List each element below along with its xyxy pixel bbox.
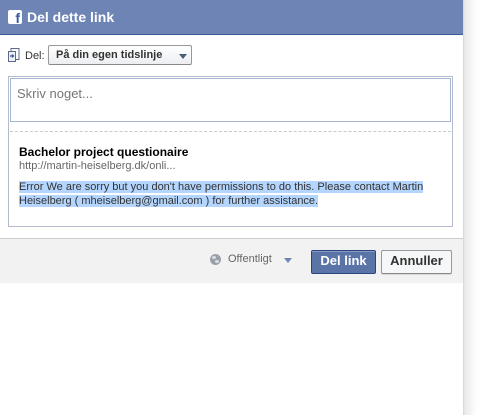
share-link-dialog: f Del dette link Del: På din egen tidsli… — [0, 0, 463, 415]
chevron-down-icon — [284, 258, 292, 263]
share-page-icon — [8, 48, 20, 62]
message-input[interactable]: Skriv noget... — [10, 78, 451, 122]
message-placeholder: Skriv noget... — [17, 86, 93, 101]
preview-divider — [10, 131, 451, 132]
logo-letter: f — [15, 10, 20, 26]
link-preview-title[interactable]: Bachelor project questionaire — [19, 145, 188, 159]
link-preview-description[interactable]: Error We are sorry but you don't have pe… — [19, 180, 439, 208]
link-preview-url: http://martin-heiselberg.dk/onli... — [19, 160, 176, 172]
share-target-value: På din egen tidslinje — [56, 49, 163, 61]
globe-icon — [210, 254, 221, 265]
share-link-button[interactable]: Del link — [311, 250, 376, 274]
dialog-header: f Del dette link — [0, 0, 463, 35]
share-label: Del: — [25, 50, 45, 62]
page-edge-shadow — [463, 0, 477, 415]
post-composer: Skriv noget... Bachelor project question… — [8, 76, 453, 227]
dialog-footer: Offentligt Del link Annuller — [0, 238, 463, 283]
cancel-button[interactable]: Annuller — [381, 250, 452, 274]
chevron-down-icon — [179, 54, 187, 59]
facebook-logo-icon: f — [8, 10, 22, 26]
link-preview-description-text: Error We are sorry but you don't have pe… — [19, 181, 424, 207]
privacy-label: Offentligt — [228, 253, 272, 265]
dialog-title: Del dette link — [27, 9, 115, 25]
share-target-dropdown[interactable]: På din egen tidslinje — [48, 45, 192, 65]
